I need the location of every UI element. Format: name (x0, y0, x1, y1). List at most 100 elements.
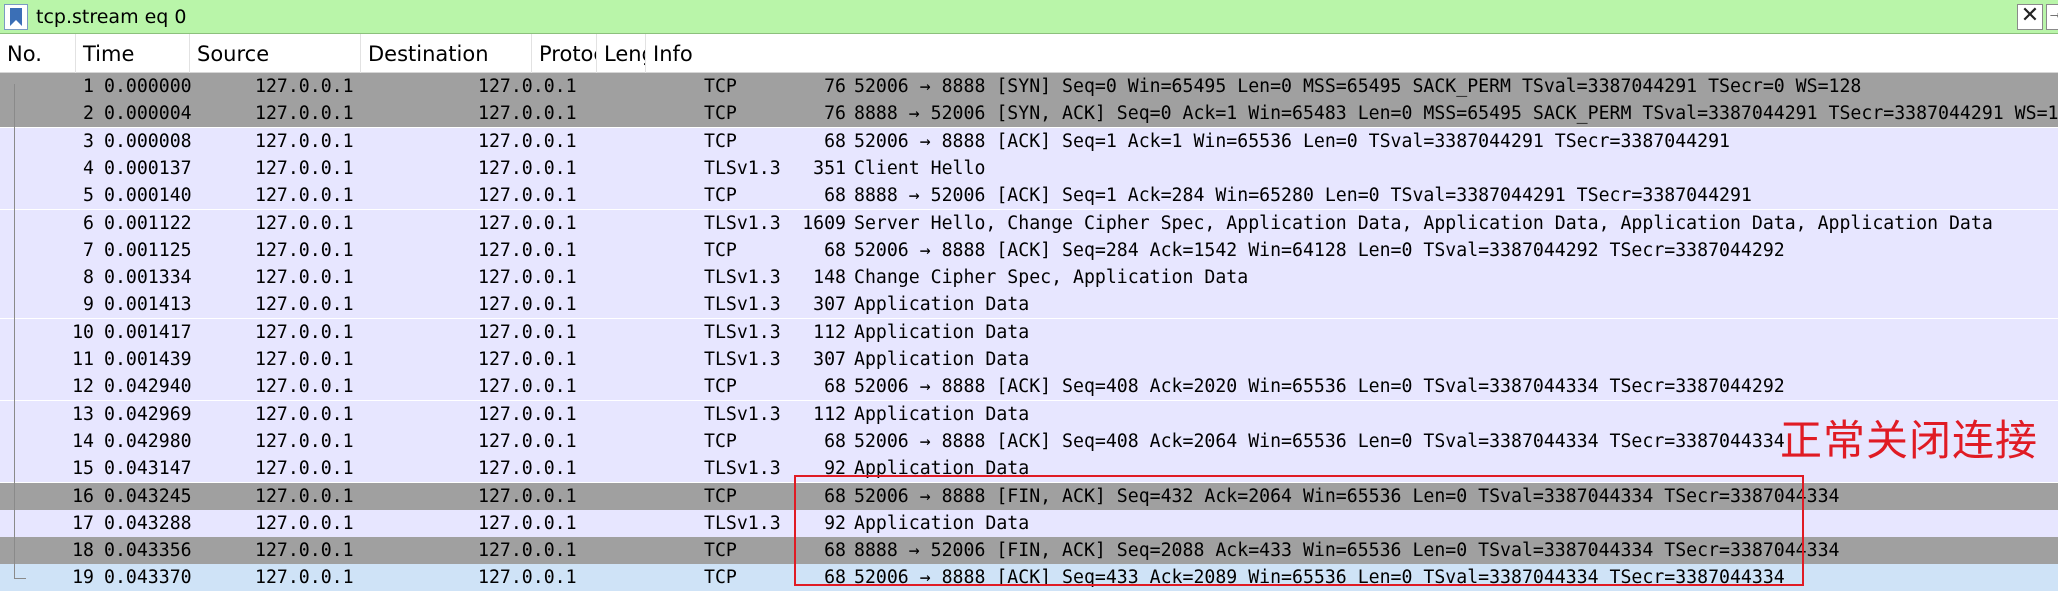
packet-info: 52006 → 8888 [ACK] Seq=408 Ack=2020 Win=… (854, 376, 1785, 398)
packet-info: 52006 → 8888 [ACK] Seq=284 Ack=1542 Win=… (854, 239, 1785, 261)
packet-destination: 127.0.0.1 (478, 485, 577, 507)
packet-source: 127.0.0.1 (255, 267, 354, 289)
packet-source: 127.0.0.1 (255, 76, 354, 97)
packet-row[interactable]: 12 0.042940 127.0.0.1 127.0.0.1 TCP 68 52006 →… (0, 373, 2058, 401)
conversation-bracket-line (14, 84, 15, 578)
packet-source: 127.0.0.1 (255, 157, 354, 179)
packet-destination: 127.0.0.1 (478, 376, 577, 398)
packet-row[interactable]: 8 0.001334 127.0.0.1 127.0.0.1 TLSv1.3 148 Cha… (0, 264, 2058, 292)
packet-length: 76 (824, 76, 846, 97)
packet-info: Change Cipher Spec, Application Data (854, 267, 1249, 289)
packet-length: 1609 (802, 212, 846, 234)
packet-time: 0.001439 (104, 349, 192, 370)
packet-row[interactable]: 11 0.001439 127.0.0.1 127.0.0.1 TLSv1.3 307 Ap… (0, 346, 2058, 373)
packet-source: 127.0.0.1 (255, 403, 354, 425)
packet-destination: 127.0.0.1 (478, 512, 577, 534)
packet-row[interactable]: 14 0.042980 127.0.0.1 127.0.0.1 TCP 68 52006 →… (0, 427, 2058, 455)
packet-destination: 127.0.0.1 (478, 540, 577, 562)
packet-info: Server Hello, Change Cipher Spec, Applic… (854, 212, 1993, 234)
packet-destination: 127.0.0.1 (478, 267, 577, 289)
bookmark-icon[interactable] (4, 4, 28, 30)
packet-row[interactable]: 2 0.000004 127.0.0.1 127.0.0.1 TCP 76 8888 → 5… (0, 100, 2058, 128)
packet-destination: 127.0.0.1 (478, 76, 577, 97)
packet-time: 0.042980 (104, 430, 192, 452)
column-header-length[interactable]: Lengt (597, 34, 646, 73)
packet-time: 0.001125 (104, 239, 192, 261)
packet-protocol: TLSv1.3 (704, 403, 781, 425)
packet-source: 127.0.0.1 (255, 458, 354, 480)
column-header-time[interactable]: Time (76, 34, 190, 73)
packet-time: 0.000004 (104, 103, 192, 125)
packet-protocol: TLSv1.3 (704, 321, 781, 343)
packet-source: 127.0.0.1 (255, 294, 354, 316)
packet-row[interactable]: 4 0.000137 127.0.0.1 127.0.0.1 TLSv1.3 351 Cli… (0, 154, 2058, 182)
packet-time: 0.001413 (104, 294, 192, 316)
packet-protocol: TCP (704, 485, 737, 507)
packet-row[interactable]: 9 0.001413 127.0.0.1 127.0.0.1 TLSv1.3 307 App… (0, 291, 2058, 319)
packet-row[interactable]: 3 0.000008 127.0.0.1 127.0.0.1 TCP 68 52006 → … (0, 127, 2058, 155)
packet-row[interactable]: 6 0.001122 127.0.0.1 127.0.0.1 TLSv1.3 1609 Se… (0, 209, 2058, 237)
clear-filter-icon[interactable]: ✕ (2017, 4, 2043, 30)
packet-protocol: TLSv1.3 (704, 157, 781, 179)
packet-destination: 127.0.0.1 (478, 430, 577, 452)
packet-info: 8888 → 52006 [SYN, ACK] Seq=0 Ack=1 Win=… (854, 103, 2058, 125)
packet-length: 112 (813, 403, 846, 425)
packet-time: 0.042969 (104, 403, 192, 425)
packet-protocol: TCP (704, 567, 737, 589)
packet-protocol: TCP (704, 76, 737, 97)
column-header-info[interactable]: Info (646, 34, 2058, 73)
column-header-source[interactable]: Source (190, 34, 361, 73)
packet-row[interactable]: 5 0.000140 127.0.0.1 127.0.0.1 TCP 68 8888 → 5… (0, 182, 2058, 210)
packet-destination: 127.0.0.1 (478, 294, 577, 316)
packet-length: 148 (813, 267, 846, 289)
display-filter-input[interactable]: tcp.stream eq 0 (36, 0, 187, 34)
packet-protocol: TLSv1.3 (704, 349, 781, 370)
packet-info: 8888 → 52006 [ACK] Seq=1 Ack=284 Win=652… (854, 185, 1752, 207)
packet-time: 0.000137 (104, 157, 192, 179)
packet-protocol: TLSv1.3 (704, 512, 781, 534)
packet-source: 127.0.0.1 (255, 512, 354, 534)
packet-protocol: TCP (704, 376, 737, 398)
packet-length: 68 (824, 185, 846, 207)
packet-time: 0.042940 (104, 376, 192, 398)
packet-time: 0.001122 (104, 212, 192, 234)
packet-row[interactable]: 13 0.042969 127.0.0.1 127.0.0.1 TLSv1.3 112 Ap… (0, 400, 2058, 428)
packet-info: Client Hello (854, 157, 986, 179)
packet-source: 127.0.0.1 (255, 567, 354, 589)
packet-length: 68 (824, 130, 846, 152)
packet-length: 307 (813, 349, 846, 370)
packet-protocol: TCP (704, 130, 737, 152)
column-header-no[interactable]: No. (0, 34, 76, 73)
packet-length: 307 (813, 294, 846, 316)
packet-time: 0.043245 (104, 485, 192, 507)
packet-source: 127.0.0.1 (255, 376, 354, 398)
packet-row[interactable]: 10 0.001417 127.0.0.1 127.0.0.1 TLSv1.3 112 Ap… (0, 318, 2058, 346)
packet-length: 68 (824, 430, 846, 452)
packet-time: 0.000008 (104, 130, 192, 152)
packet-source: 127.0.0.1 (255, 430, 354, 452)
annotation-label: 正常关闭连接 (1780, 416, 2039, 465)
packet-destination: 127.0.0.1 (478, 103, 577, 125)
packet-time: 0.001417 (104, 321, 192, 343)
packet-time: 0.043356 (104, 540, 192, 562)
packet-protocol: TCP (704, 430, 737, 452)
packet-source: 127.0.0.1 (255, 540, 354, 562)
packet-time: 0.043288 (104, 512, 192, 534)
column-header-destination[interactable]: Destination (361, 34, 532, 73)
packet-protocol: TCP (704, 540, 737, 562)
packet-source: 127.0.0.1 (255, 239, 354, 261)
conversation-bracket-end (14, 578, 26, 579)
packet-destination: 127.0.0.1 (478, 239, 577, 261)
packet-length: 68 (824, 239, 846, 261)
display-filter-bar: tcp.stream eq 0 ✕ → (0, 0, 2058, 34)
packet-destination: 127.0.0.1 (478, 185, 577, 207)
packet-row[interactable]: 7 0.001125 127.0.0.1 127.0.0.1 TCP 68 52006 → … (0, 236, 2058, 264)
packet-destination: 127.0.0.1 (478, 403, 577, 425)
packet-row[interactable]: 1 0.000000 127.0.0.1 127.0.0.1 TCP 76 52006 → … (0, 73, 2058, 100)
packet-list-header: No. Time Source Destination Protoco Leng… (0, 34, 2058, 73)
column-header-protocol[interactable]: Protoco (532, 34, 597, 73)
packet-destination: 127.0.0.1 (478, 130, 577, 152)
packet-info: Application Data (854, 321, 1030, 343)
apply-filter-icon[interactable]: → (2046, 4, 2058, 30)
packet-info: 52006 → 8888 [ACK] Seq=1 Ack=1 Win=65536… (854, 130, 1730, 152)
